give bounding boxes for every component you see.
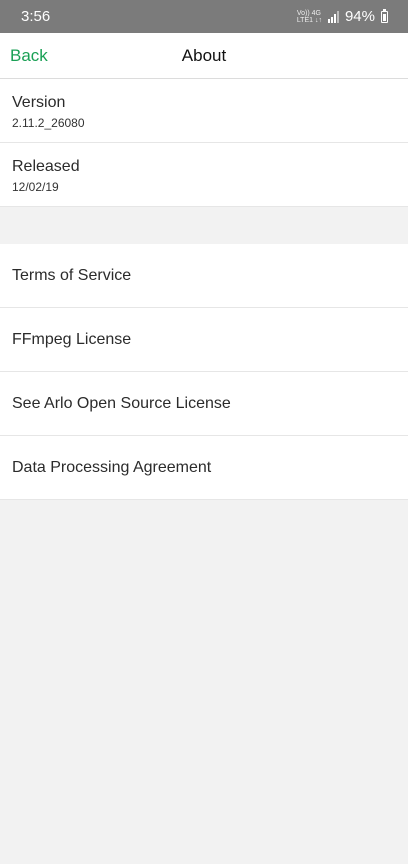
status-time: 3:56 (21, 8, 51, 25)
app-info-section: Version 2.11.2_26080 Released 12/02/19 (0, 79, 408, 207)
status-indicators: Vo)) 4G LTE1 ↓↑ 94% (297, 8, 388, 25)
page-title: About (181, 45, 227, 65)
battery-percent: 94% (344, 8, 375, 25)
released-value: 12/02/19 (12, 180, 59, 194)
released-label: Released (12, 158, 80, 175)
version-row: Version 2.11.2_26080 (0, 79, 408, 143)
section-divider (0, 207, 408, 244)
data-processing-agreement-link[interactable]: Data Processing Agreement (0, 436, 408, 500)
open-source-license-link[interactable]: See Arlo Open Source License (0, 372, 408, 436)
nav-bar: Back About (0, 33, 408, 79)
back-button[interactable]: Back (10, 46, 48, 66)
ffmpeg-license-link[interactable]: FFmpeg License (0, 308, 408, 372)
version-label: Version (12, 94, 66, 111)
terms-of-service-link[interactable]: Terms of Service (0, 244, 408, 308)
signal-icon (327, 10, 339, 23)
version-value: 2.11.2_26080 (12, 116, 85, 130)
battery-icon (381, 8, 388, 23)
released-row: Released 12/02/19 (0, 143, 408, 207)
legal-links-section: Terms of Service FFmpeg License See Arlo… (0, 244, 408, 500)
network-icon: Vo)) 4G LTE1 ↓↑ (296, 9, 322, 24)
status-bar: 3:56 Vo)) 4G LTE1 ↓↑ 94% (0, 0, 408, 33)
